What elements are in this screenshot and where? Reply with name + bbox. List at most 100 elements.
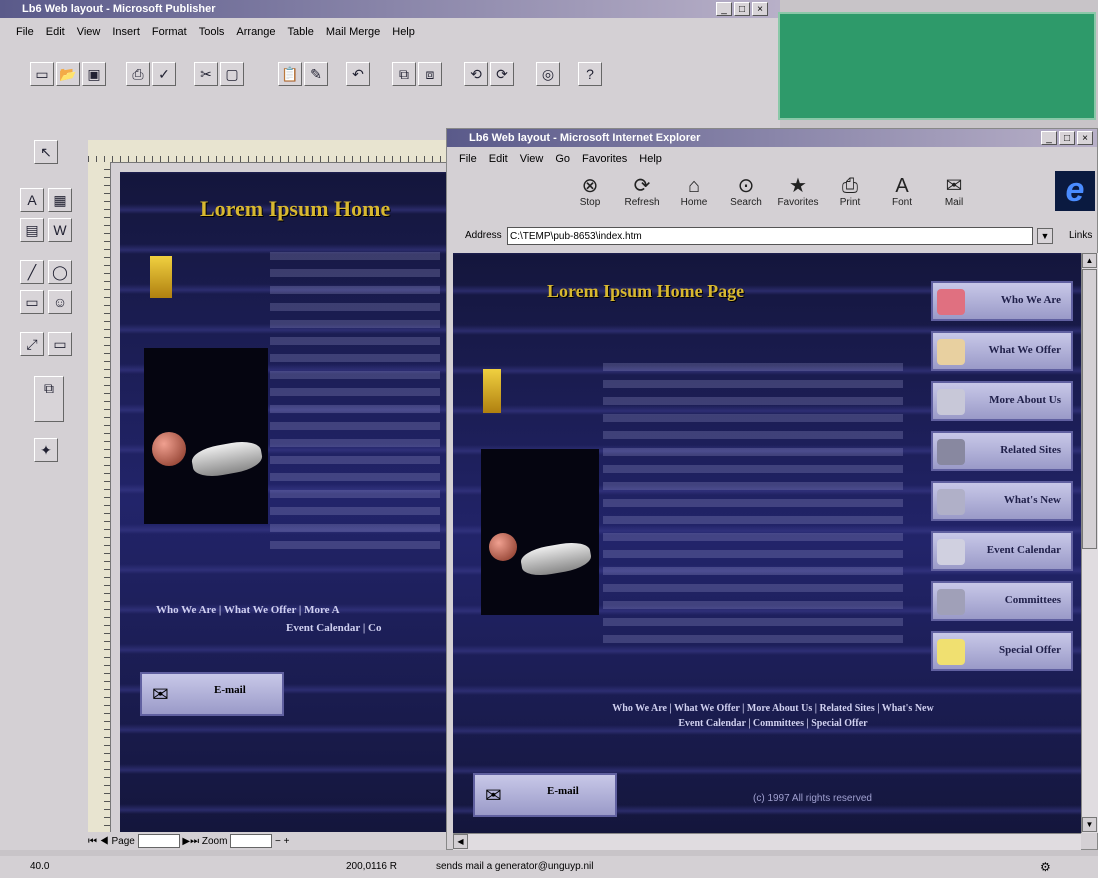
close-button[interactable]: ×	[752, 2, 768, 16]
zoom-out-icon[interactable]: − +	[275, 836, 289, 847]
print-button[interactable]: ⎙ Print	[827, 175, 873, 208]
menu-mail-merge[interactable]: Mail Merge	[326, 26, 380, 38]
ie-maximize-button[interactable]: □	[1059, 131, 1075, 145]
ie-menu-favorites[interactable]: Favorites	[582, 153, 627, 165]
format-painter-icon[interactable]: ✎	[304, 62, 328, 86]
scroll-up-icon[interactable]: ▲	[1082, 253, 1097, 268]
menu-arrange[interactable]: Arrange	[236, 26, 275, 38]
ie-footer-link[interactable]: Special Offer	[811, 718, 867, 729]
wordart-tool-icon[interactable]: W	[48, 218, 72, 242]
new-icon[interactable]: ▭	[30, 62, 54, 86]
publisher-nav-link[interactable]: Who We Are	[156, 604, 216, 616]
links-label[interactable]: Links	[1069, 230, 1092, 241]
publisher-nav-link[interactable]: More A	[304, 604, 340, 616]
minimize-button[interactable]: _	[716, 2, 732, 16]
favorites-button[interactable]: ★ Favorites	[775, 175, 821, 208]
publisher-nav-link[interactable]: Co	[368, 622, 381, 634]
send-back-icon[interactable]: ⧈	[418, 62, 442, 86]
line-tool-icon[interactable]: ╱	[20, 260, 44, 284]
scroll-left-icon[interactable]: ◀	[453, 834, 468, 849]
scroll-down-icon[interactable]: ▼	[1082, 817, 1097, 832]
box-tool-icon[interactable]: ▭	[20, 290, 44, 314]
ie-menu-go[interactable]: Go	[555, 153, 570, 165]
hotspot-tool-icon[interactable]: ⤢	[20, 332, 44, 356]
copy-icon[interactable]: ▢	[220, 62, 244, 86]
refresh-button[interactable]: ⟳ Refresh	[619, 175, 665, 208]
publisher-nav-link[interactable]: What We Offer	[224, 604, 296, 616]
page-number-field[interactable]	[137, 834, 180, 849]
publisher-body-text	[270, 252, 440, 552]
ie-menu-file[interactable]: File	[459, 153, 477, 165]
ie-footer-link[interactable]: What's New	[882, 703, 934, 714]
form-tool-icon[interactable]: ▭	[48, 332, 72, 356]
ie-menu-edit[interactable]: Edit	[489, 153, 508, 165]
shape-tool-icon[interactable]: ☺	[48, 290, 72, 314]
address-input[interactable]	[507, 227, 1033, 245]
sidebar-item-related-sites[interactable]: Related Sites	[931, 431, 1073, 471]
stop-button[interactable]: ⊗ Stop	[567, 175, 613, 208]
ie-close-button[interactable]: ×	[1077, 131, 1093, 145]
open-icon[interactable]: 📂	[56, 62, 80, 86]
address-dropdown-icon[interactable]: ▼	[1037, 228, 1053, 244]
ie-footer-link[interactable]: Related Sites	[819, 703, 874, 714]
picture-tool-icon[interactable]: ▦	[48, 188, 72, 212]
menu-file[interactable]: File	[16, 26, 34, 38]
menu-edit[interactable]: Edit	[46, 26, 65, 38]
next-page-icon[interactable]: ▶⏭	[182, 836, 201, 847]
horizontal-scrollbar[interactable]: ◀	[453, 833, 1081, 850]
ie-email-button[interactable]: ✉ E-mail	[473, 773, 617, 817]
zoom-field[interactable]	[230, 834, 273, 849]
print-icon[interactable]: ⎙	[126, 62, 150, 86]
menu-tools[interactable]: Tools	[199, 26, 225, 38]
sidebar-item-more-about-us[interactable]: More About Us	[931, 381, 1073, 421]
ie-menu-view[interactable]: View	[520, 153, 544, 165]
tray-icon[interactable]: ⚙	[1040, 856, 1051, 878]
ie-footer-link[interactable]: Who We Are	[612, 703, 667, 714]
rotate-right-icon[interactable]: ⟳	[490, 62, 514, 86]
ie-footer-link[interactable]: Event Calendar	[678, 718, 745, 729]
pointer-tool-icon[interactable]: ↖	[34, 140, 58, 164]
search-button[interactable]: ⊙ Search	[723, 175, 769, 208]
sidebar-item-committees[interactable]: Committees	[931, 581, 1073, 621]
publisher-nav-link[interactable]: Event Calendar	[286, 622, 360, 634]
ie-footer-link[interactable]: More About Us	[747, 703, 812, 714]
rotate-left-icon[interactable]: ⟲	[464, 62, 488, 86]
sidebar-item-what-s-new[interactable]: What's New	[931, 481, 1073, 521]
zoom-icon[interactable]: ◎	[536, 62, 560, 86]
sidebar-item-who-we-are[interactable]: Who We Are	[931, 281, 1073, 321]
oval-tool-icon[interactable]: ◯	[48, 260, 72, 284]
ie-footer-link[interactable]: Committees	[753, 718, 804, 729]
undo-icon[interactable]: ↶	[346, 62, 370, 86]
sidebar-item-event-calendar[interactable]: Event Calendar	[931, 531, 1073, 571]
bring-front-icon[interactable]: ⧉	[392, 62, 416, 86]
save-icon[interactable]: ▣	[82, 62, 106, 86]
menu-view[interactable]: View	[77, 26, 101, 38]
help-icon[interactable]: ?	[578, 62, 602, 86]
menu-help[interactable]: Help	[392, 26, 415, 38]
home-button[interactable]: ⌂ Home	[671, 175, 717, 208]
sidebar-item-special-offer[interactable]: Special Offer	[931, 631, 1073, 671]
ie-footer-link[interactable]: What We Offer	[674, 703, 740, 714]
menu-insert[interactable]: Insert	[112, 26, 140, 38]
publication-page[interactable]: Lorem Ipsum Home Who We Are | What We Of…	[120, 172, 450, 832]
spelling-icon[interactable]: ✓	[152, 62, 176, 86]
ie-minimize-button[interactable]: _	[1041, 131, 1057, 145]
menu-table[interactable]: Table	[288, 26, 314, 38]
ie-menu-help[interactable]: Help	[639, 153, 662, 165]
font-button[interactable]: A Font	[879, 175, 925, 208]
first-page-icon[interactable]: ⏮ ◀	[88, 836, 111, 847]
paste-icon[interactable]: 📋	[278, 62, 302, 86]
vertical-scrollbar[interactable]: ▲ ▼	[1081, 253, 1098, 833]
mail-button[interactable]: ✉ Mail	[931, 175, 977, 208]
sidebar-item-what-we-offer[interactable]: What We Offer	[931, 331, 1073, 371]
text-tool-icon[interactable]: A	[20, 188, 44, 212]
cut-icon[interactable]: ✂	[194, 62, 218, 86]
scroll-thumb[interactable]	[1082, 269, 1097, 549]
address-bar: Address ▼ Links	[447, 225, 1097, 249]
publisher-email-button[interactable]: ✉ E-mail	[140, 672, 284, 716]
maximize-button[interactable]: □	[734, 2, 750, 16]
table-tool-icon[interactable]: ▤	[20, 218, 44, 242]
design-gallery-icon[interactable]: ⧉	[34, 376, 64, 422]
menu-format[interactable]: Format	[152, 26, 187, 38]
clip-gallery-icon[interactable]: ✦	[34, 438, 58, 462]
